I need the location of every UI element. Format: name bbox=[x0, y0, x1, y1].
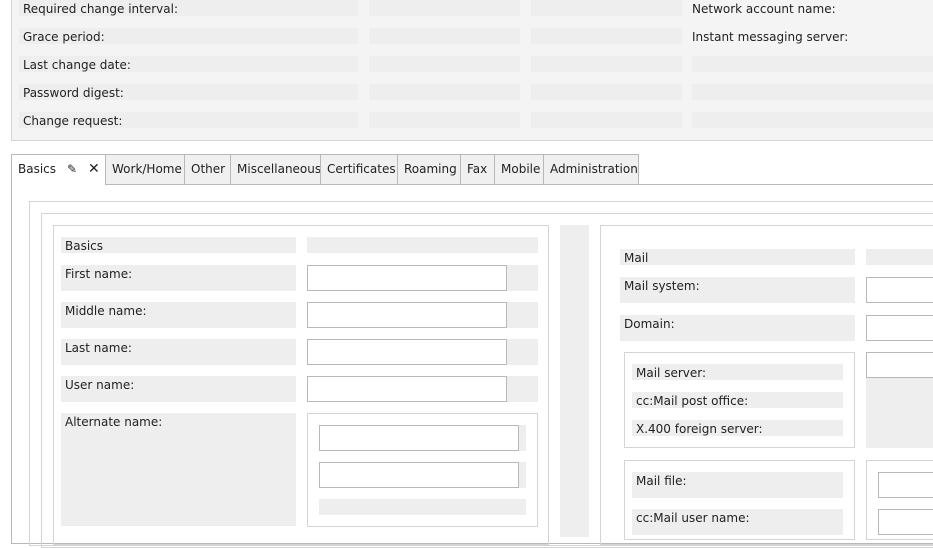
basics-section-title: Basics bbox=[61, 237, 296, 253]
user-name-input[interactable] bbox=[307, 376, 507, 402]
spacer-column bbox=[560, 225, 589, 537]
tab-basics-label: Basics bbox=[18, 162, 57, 176]
tab-roaming-label: Roaming bbox=[404, 162, 457, 176]
tab-other[interactable]: Other bbox=[184, 154, 231, 184]
tab-mobile[interactable]: Mobile bbox=[494, 154, 544, 184]
right-cell-row5 bbox=[692, 112, 933, 128]
first-name-input[interactable] bbox=[307, 265, 507, 291]
last-change-date-extra bbox=[531, 56, 682, 72]
grace-period-extra bbox=[531, 28, 682, 44]
required-change-interval-label: Required change interval: bbox=[19, 0, 358, 16]
tab-fax[interactable]: Fax bbox=[460, 154, 495, 184]
change-request-extra bbox=[531, 112, 682, 128]
password-digest-value bbox=[369, 84, 520, 100]
mail-file-input[interactable] bbox=[878, 472, 933, 498]
middle-name-label: Middle name: bbox=[61, 302, 296, 328]
password-digest-label: Password digest: bbox=[19, 84, 358, 100]
mail-system-label: Mail system: bbox=[620, 277, 855, 303]
last-name-input[interactable] bbox=[307, 339, 507, 365]
middle-name-input[interactable] bbox=[307, 302, 507, 328]
close-x-icon[interactable]: ✕ bbox=[88, 155, 100, 183]
required-change-interval-value bbox=[369, 0, 520, 16]
last-name-label: Last name: bbox=[61, 339, 296, 365]
tab-work-home-label: Work/Home bbox=[112, 162, 182, 176]
password-digest-extra bbox=[531, 84, 682, 100]
tab-administration[interactable]: Administration bbox=[543, 154, 639, 184]
mail-system-input[interactable] bbox=[866, 277, 933, 303]
tab-certificates-label: Certificates bbox=[327, 162, 396, 176]
pencil-icon[interactable]: ✎ bbox=[67, 155, 77, 183]
ccmail-post-office-label: cc:Mail post office: bbox=[632, 392, 843, 408]
last-change-date-label: Last change date: bbox=[19, 56, 358, 72]
tab-basics[interactable]: Basics ✎ ✕ bbox=[11, 154, 106, 185]
first-name-label: First name: bbox=[61, 265, 296, 291]
tab-mobile-label: Mobile bbox=[501, 162, 541, 176]
mail-server-input[interactable] bbox=[866, 352, 933, 378]
required-change-interval-extra bbox=[531, 0, 682, 16]
domain-label: Domain: bbox=[620, 315, 855, 341]
user-name-label: User name: bbox=[61, 376, 296, 402]
tab-administration-label: Administration bbox=[550, 162, 638, 176]
instant-messaging-server-label: Instant messaging server: bbox=[692, 30, 849, 44]
x400-foreign-server-label: X.400 foreign server: bbox=[632, 420, 843, 436]
last-change-date-value bbox=[369, 56, 520, 72]
mail-file-label: Mail file: bbox=[632, 472, 843, 498]
mail-title-filler bbox=[866, 249, 933, 265]
right-cell-row4 bbox=[692, 84, 933, 100]
alternate-name-input-2[interactable] bbox=[319, 462, 519, 488]
tab-other-label: Other bbox=[191, 162, 226, 176]
network-account-name-label: Network account name: bbox=[692, 2, 836, 16]
tab-roaming[interactable]: Roaming bbox=[397, 154, 461, 184]
grace-period-value bbox=[369, 28, 520, 44]
alternate-name-input-1[interactable] bbox=[319, 425, 519, 451]
tab-miscellaneous[interactable]: Miscellaneous bbox=[230, 154, 321, 184]
basics-title-filler bbox=[307, 237, 538, 253]
ccmail-user-name-input[interactable] bbox=[878, 509, 933, 535]
tab-work-home[interactable]: Work/Home bbox=[105, 154, 185, 184]
right-cell-row3 bbox=[692, 56, 933, 72]
alternate-name-row3-bg bbox=[319, 499, 526, 515]
mail-section-title: Mail bbox=[620, 249, 855, 265]
change-request-label: Change request: bbox=[19, 112, 358, 128]
alternate-name-label: Alternate name: bbox=[61, 413, 296, 526]
domain-input[interactable] bbox=[866, 315, 933, 341]
tab-certificates[interactable]: Certificates bbox=[320, 154, 398, 184]
tab-fax-label: Fax bbox=[467, 162, 488, 176]
tab-miscellaneous-label: Miscellaneous bbox=[237, 162, 322, 176]
mail-server-label: Mail server: bbox=[632, 364, 843, 380]
grace-period-label: Grace period: bbox=[19, 28, 358, 44]
change-request-value bbox=[369, 112, 520, 128]
ccmail-user-name-label: cc:Mail user name: bbox=[632, 509, 843, 535]
